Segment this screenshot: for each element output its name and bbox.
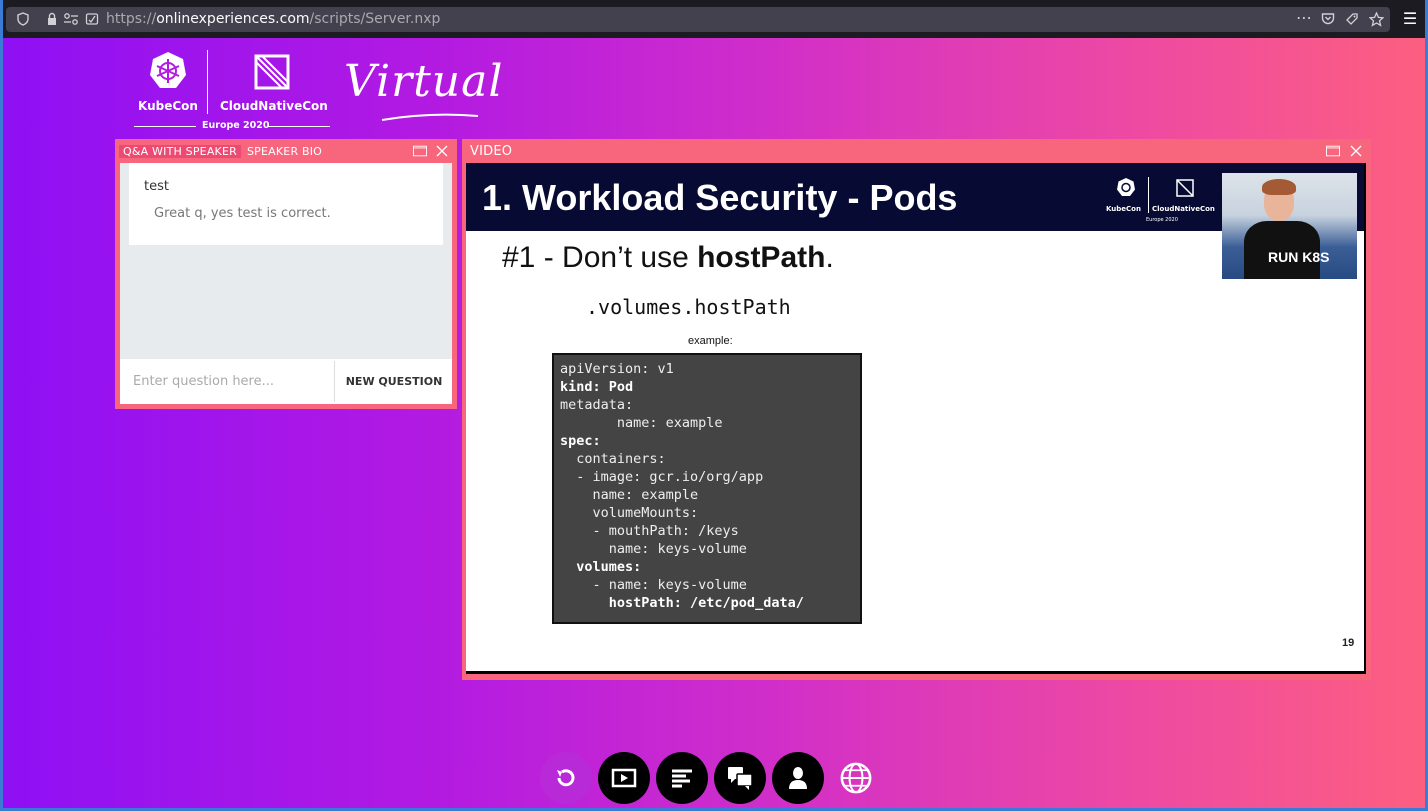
shield-icon[interactable]: [15, 12, 31, 28]
bottom-toolbar: [540, 752, 880, 806]
logo-rule-right: [268, 126, 330, 127]
code-line: - image: gcr.io/org/app: [560, 469, 764, 485]
slide-title: 1. Workload Security - Pods: [482, 177, 958, 218]
slide-field-path: .volumes.hostPath: [586, 295, 791, 319]
code-line: metadata:: [560, 397, 634, 413]
browser-toolbar: https://onlinexperiences.com/scripts/Ser…: [0, 0, 1428, 38]
globe-icon: [840, 762, 872, 794]
code-line: name: example: [560, 487, 699, 503]
question-input[interactable]: [120, 359, 333, 404]
code-line: volumes:: [560, 559, 642, 575]
url-scheme: https://: [106, 11, 157, 27]
code-line: volumeMounts:: [560, 505, 699, 521]
slide-logo-cloudnative: CloudNativeCon: [1152, 205, 1215, 213]
code-line: name: example: [560, 415, 723, 431]
qa-list: test Great q, yes test is correct.: [120, 163, 452, 359]
agenda-icon: [672, 769, 692, 788]
slide-heading: #1 - Don’t use hostPath.: [502, 241, 834, 275]
slide-example-label: example:: [688, 335, 733, 347]
star-icon[interactable]: [1367, 11, 1385, 28]
qa-question: test: [144, 179, 169, 194]
video-player[interactable]: 1. Workload Security - Pods KubeCon Clou…: [466, 163, 1366, 674]
code-line: - name: keys-volume: [560, 577, 747, 593]
slide-logo-event: Europe 2020: [1146, 217, 1178, 223]
chat-icon: [728, 767, 753, 790]
qa-panel-header: Q&A WITH SPEAKER SPEAKER BIO: [115, 139, 457, 163]
slide-logo-kubecon: KubeCon: [1106, 205, 1141, 213]
video-panel-header: VIDEO: [462, 139, 1371, 163]
screen-button[interactable]: [598, 752, 650, 804]
input-divider: [334, 361, 335, 402]
agenda-button[interactable]: [656, 752, 708, 804]
slide-page-number: 19: [1342, 637, 1355, 649]
speaker-hair: [1262, 179, 1296, 195]
profile-icon: [789, 767, 807, 789]
code-line: kind: Pod: [560, 379, 634, 395]
qa-panel: Q&A WITH SPEAKER SPEAKER BIO test Great …: [115, 139, 457, 409]
kubecon-logo-icon: [150, 52, 186, 88]
kubecon-label: KubeCon: [138, 99, 198, 113]
language-button[interactable]: [830, 752, 882, 804]
url-path: /scripts/Server.nxp: [309, 11, 441, 27]
url-host: onlinexperiences.com: [156, 11, 310, 27]
cloudnativecon-label: CloudNativeCon: [220, 99, 328, 113]
maximize-icon[interactable]: [413, 145, 427, 157]
speaker-webcam: RUN K8S: [1222, 173, 1357, 279]
screenshot-icon[interactable]: [1344, 12, 1360, 28]
qa-input-row: NEW QUESTION: [120, 359, 452, 404]
slide-heading-prefix: #1 - Don’t use: [502, 241, 698, 274]
event-logo: KubeCon CloudNativeCon Europe 2020 Virtu…: [130, 46, 504, 136]
permissions-icon[interactable]: [63, 12, 79, 28]
code-line: containers:: [560, 451, 666, 467]
maximize-icon[interactable]: [1326, 145, 1340, 157]
profile-button[interactable]: [772, 752, 824, 804]
refresh-icon: [557, 769, 575, 787]
more-icon[interactable]: ⋯: [1296, 10, 1312, 28]
slide-logo: KubeCon CloudNativeCon Europe 2020: [1102, 175, 1222, 225]
pocket-icon[interactable]: [1320, 12, 1336, 28]
code-line: hostPath: /etc/pod_data/: [560, 595, 804, 611]
slide-heading-bold: hostPath: [697, 241, 826, 274]
new-question-button[interactable]: NEW QUESTION: [336, 359, 452, 404]
logo-rule-left: [134, 126, 196, 127]
close-icon[interactable]: [1349, 145, 1363, 157]
lock-icon[interactable]: [44, 12, 60, 28]
code-line: spec:: [560, 433, 601, 449]
video-panel: VIDEO 1. Workload Security - Pods KubeCo…: [462, 139, 1371, 680]
virtual-swoosh: [381, 113, 479, 121]
menu-icon[interactable]: ☰: [1400, 9, 1420, 29]
close-icon[interactable]: [435, 145, 449, 157]
virtual-wordmark: Virtual: [344, 56, 504, 107]
qa-item: test Great q, yes test is correct.: [129, 163, 443, 245]
refresh-button[interactable]: [540, 752, 592, 804]
cloudnativecon-logo-icon: [254, 54, 290, 90]
tracking-icon[interactable]: [84, 12, 100, 28]
url-text[interactable]: https://onlinexperiences.com/scripts/Ser…: [106, 11, 440, 27]
chat-button[interactable]: [714, 752, 766, 804]
tab-speaker-bio[interactable]: SPEAKER BIO: [247, 145, 322, 158]
presentation-slide: 1. Workload Security - Pods KubeCon Clou…: [466, 163, 1364, 671]
code-line: - mouthPath: /keys: [560, 523, 739, 539]
logo-divider: [207, 50, 208, 114]
slide-logo-divider: [1148, 177, 1149, 213]
url-bar[interactable]: https://onlinexperiences.com/scripts/Ser…: [6, 7, 1390, 32]
kubecon-logo-icon: [1117, 178, 1135, 196]
code-line: apiVersion: v1: [560, 361, 674, 377]
code-block: apiVersion: v1 kind: Pod metadata: name:…: [552, 353, 862, 624]
cloudnativecon-logo-icon: [1176, 179, 1194, 197]
tab-qa-with-speaker[interactable]: Q&A WITH SPEAKER: [119, 145, 241, 158]
qa-answer: Great q, yes test is correct.: [154, 206, 331, 221]
code-line: name: keys-volume: [560, 541, 747, 557]
event-label: Europe 2020: [202, 120, 270, 131]
slide-heading-suffix: .: [825, 241, 834, 274]
video-title: VIDEO: [470, 144, 513, 159]
screen-icon: [611, 768, 637, 788]
speaker-shirt-text: RUN K8S: [1268, 249, 1330, 265]
